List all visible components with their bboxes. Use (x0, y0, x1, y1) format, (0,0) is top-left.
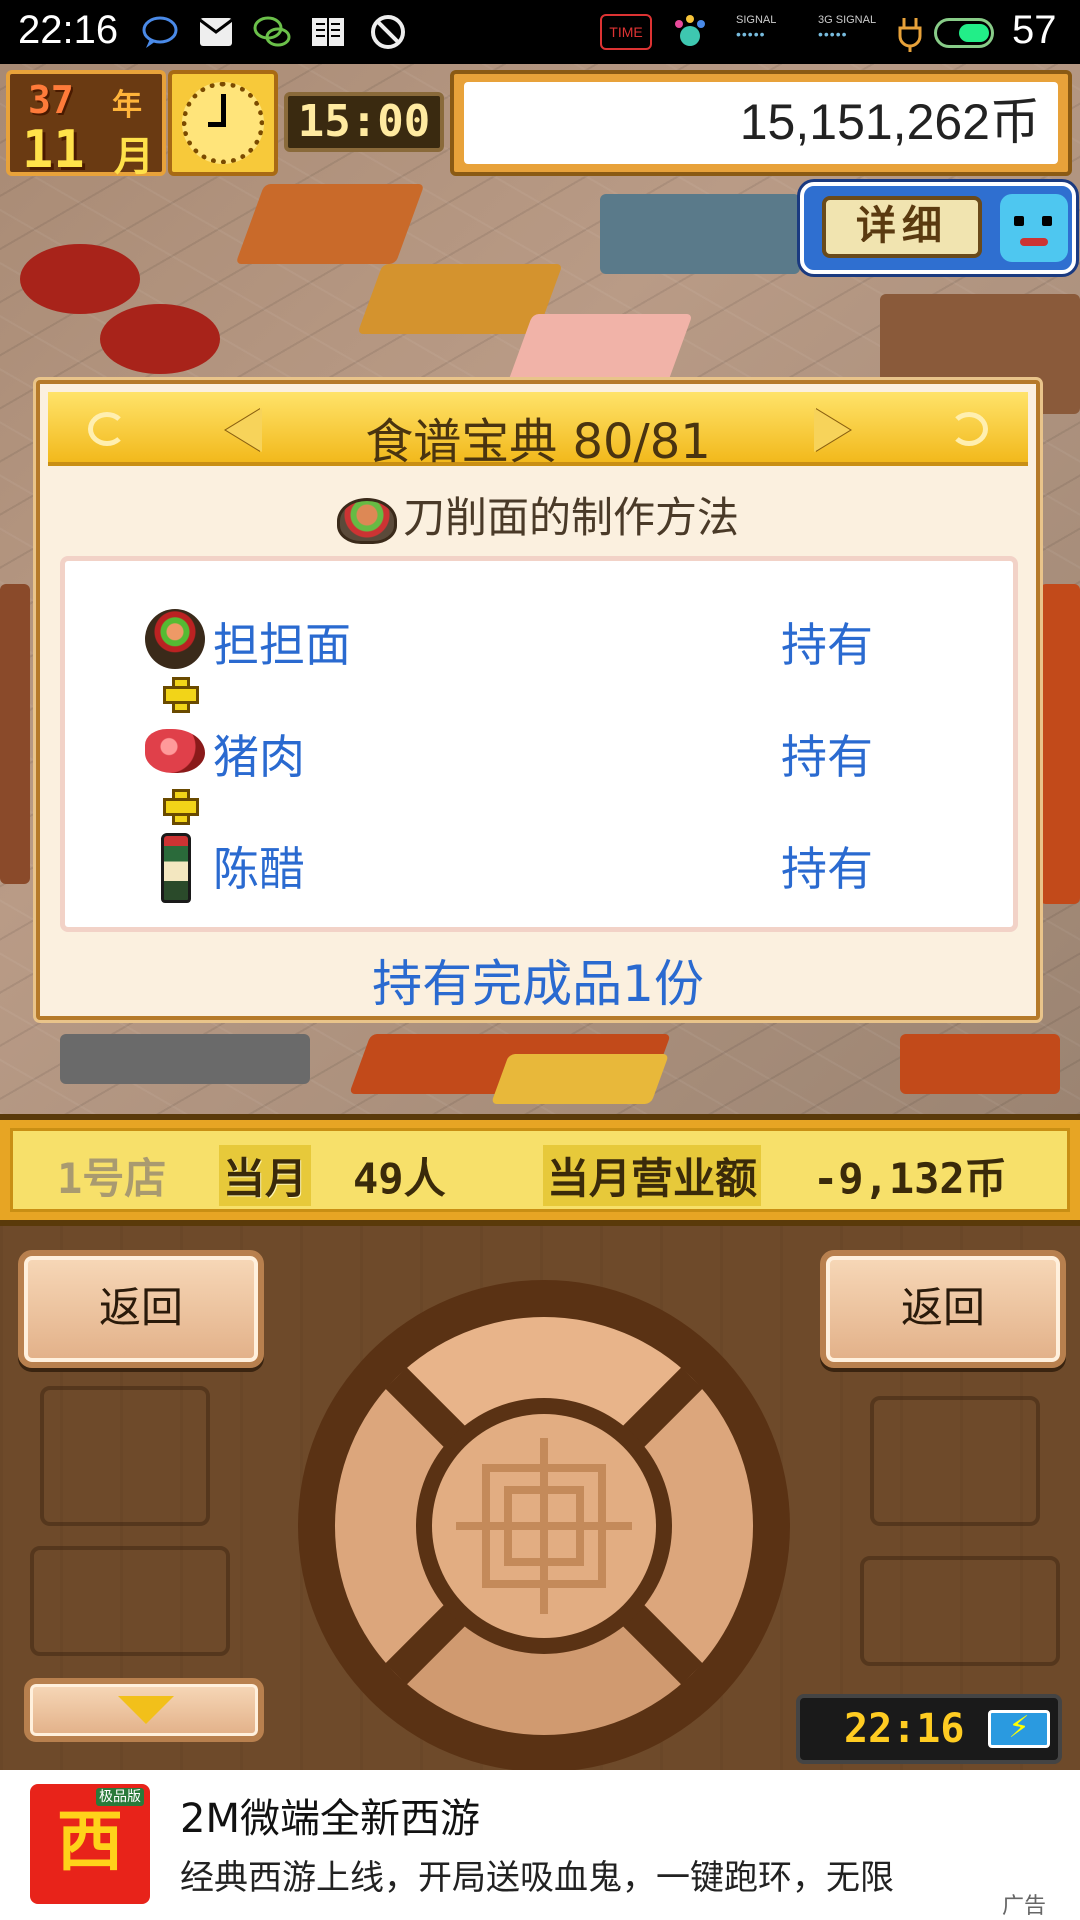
battery-icon (934, 18, 994, 48)
time-app-badge: TIME (600, 14, 652, 50)
mail-icon (199, 18, 233, 46)
money-value: 15,151,262币 (464, 82, 1058, 164)
ad-label: 广告 (1002, 1894, 1047, 1919)
reader-icon (312, 18, 344, 46)
round-table (100, 304, 220, 374)
monthly-sales-label: 当月营业额 (543, 1145, 762, 1206)
background-sketch (870, 1396, 1040, 1526)
ad-logo-text: 西游 (57, 1803, 123, 1920)
dandan-noodle-icon (145, 609, 205, 669)
device-clock: 22:16 (844, 1706, 965, 1752)
round-table (20, 244, 140, 314)
battery-charging-icon: ⚡ (988, 1710, 1050, 1748)
customer-count: 49人 (353, 1154, 446, 1203)
status-bar: 22:16 TIME SIGNAL ••••• 3G SIGNAL ••••• 57 (0, 0, 1080, 64)
market-stall (600, 194, 800, 274)
recipe-book-panel: 食谱宝典 80/81 刀削面的制作方法 担担面 持有 猪肉 持有 陈醋 持有 持… (36, 380, 1040, 1020)
dining-table (900, 1034, 1060, 1094)
background-sketch (30, 1546, 230, 1656)
ingredient-row[interactable]: 陈醋 持有 (65, 825, 1013, 905)
triangle-down-icon (118, 1696, 174, 1724)
vinegar-bottle-icon (161, 833, 191, 903)
wall-segment (1040, 584, 1080, 904)
ad-title[interactable]: 2M微端全新西游 (180, 1786, 480, 1844)
counter (60, 1034, 310, 1084)
clock-icon (168, 70, 278, 176)
signal-icon: ••••• (818, 26, 848, 42)
ingredient-status: 持有 (781, 730, 873, 784)
ingredient-name: 陈醋 (213, 842, 305, 896)
control-panel: 返回 返回 22:16 ⚡ (0, 1226, 1080, 1772)
background-sketch (860, 1556, 1060, 1666)
background-sketch (40, 1386, 210, 1526)
expand-menu-button[interactable] (24, 1678, 264, 1742)
month-value: 11 (22, 120, 85, 180)
next-page-arrow-icon[interactable] (814, 408, 850, 452)
calendar-panel: 37 年 11 月 (6, 70, 166, 180)
recipe-title-text: 刀削面的制作方法 (402, 493, 739, 542)
recipe-book-header: 食谱宝典 80/81 (48, 392, 1028, 470)
month-label: 当月 (219, 1145, 312, 1206)
wechat-icon (253, 16, 291, 47)
shop-number: 1号店 (57, 1154, 167, 1203)
directional-pad[interactable] (296, 1278, 792, 1774)
monthly-sales-value: -9,132币 (813, 1154, 1007, 1203)
finished-product-count: 持有完成品1份 (372, 955, 704, 1013)
ad-game-logo[interactable]: 西游 极品版 (30, 1784, 150, 1920)
charging-icon (898, 18, 922, 52)
device-clock-panel: 22:16 ⚡ (796, 1694, 1062, 1764)
swirl-ornament-icon (950, 412, 988, 446)
paw-app-icon (675, 15, 705, 46)
recipe-title: 刀削面的制作方法 (40, 484, 1036, 545)
dpad-center-button[interactable] (432, 1414, 656, 1638)
wall-segment (0, 584, 30, 884)
money-panel: 15,151,262币 (450, 70, 1072, 176)
pork-icon (145, 729, 205, 773)
shop-stats-bar: 1号店 当月 49人 当月营业额 -9,132币 (0, 1114, 1080, 1226)
signal-icon: ••••• (736, 26, 766, 42)
ingredient-status: 持有 (781, 618, 873, 672)
no-disturb-icon (371, 15, 405, 49)
year-unit: 年 (112, 88, 142, 123)
detail-button[interactable]: 详细 (800, 182, 1076, 274)
ingredient-row[interactable]: 担担面 持有 (65, 601, 1013, 681)
signal-strength-2: 3G SIGNAL ••••• (818, 14, 877, 42)
signal-strength-1: SIGNAL ••••• (736, 14, 777, 42)
battery-level: 57 (1012, 8, 1057, 52)
ingredient-name: 猪肉 (213, 730, 305, 784)
ad-banner[interactable]: 西游 极品版 2M微端全新西游 经典西游上线，开局送吸血鬼，一键跑环，无限 广告 (0, 1770, 1080, 1920)
mascot-icon (1000, 194, 1068, 262)
knife-noodle-dish-icon (336, 497, 397, 544)
chat-bubble-icon (142, 16, 178, 48)
year-value: 37 (28, 78, 74, 122)
ad-logo-badge: 极品版 (96, 1788, 144, 1806)
bed-furniture (507, 314, 693, 384)
back-button-left[interactable]: 返回 (18, 1250, 264, 1368)
month-unit: 月 (114, 134, 154, 180)
game-time: 15:00 (284, 92, 444, 152)
dining-table (235, 184, 425, 264)
recipe-book-title: 食谱宝典 80/81 (365, 414, 711, 470)
plus-icon (163, 677, 199, 713)
ingredient-row[interactable]: 猪肉 持有 (65, 713, 1013, 793)
detail-button-label: 详细 (822, 196, 982, 258)
dining-table (490, 1054, 670, 1104)
status-time: 22:16 (18, 8, 119, 52)
plus-icon (163, 789, 199, 825)
ad-description[interactable]: 经典西游上线，开局送吸血鬼，一键跑环，无限 (180, 1850, 1010, 1899)
back-button-right[interactable]: 返回 (820, 1250, 1066, 1368)
ingredient-list: 担担面 持有 猪肉 持有 陈醋 持有 (60, 556, 1018, 932)
ingredient-name: 担担面 (213, 618, 351, 672)
ingredient-status: 持有 (781, 842, 873, 896)
